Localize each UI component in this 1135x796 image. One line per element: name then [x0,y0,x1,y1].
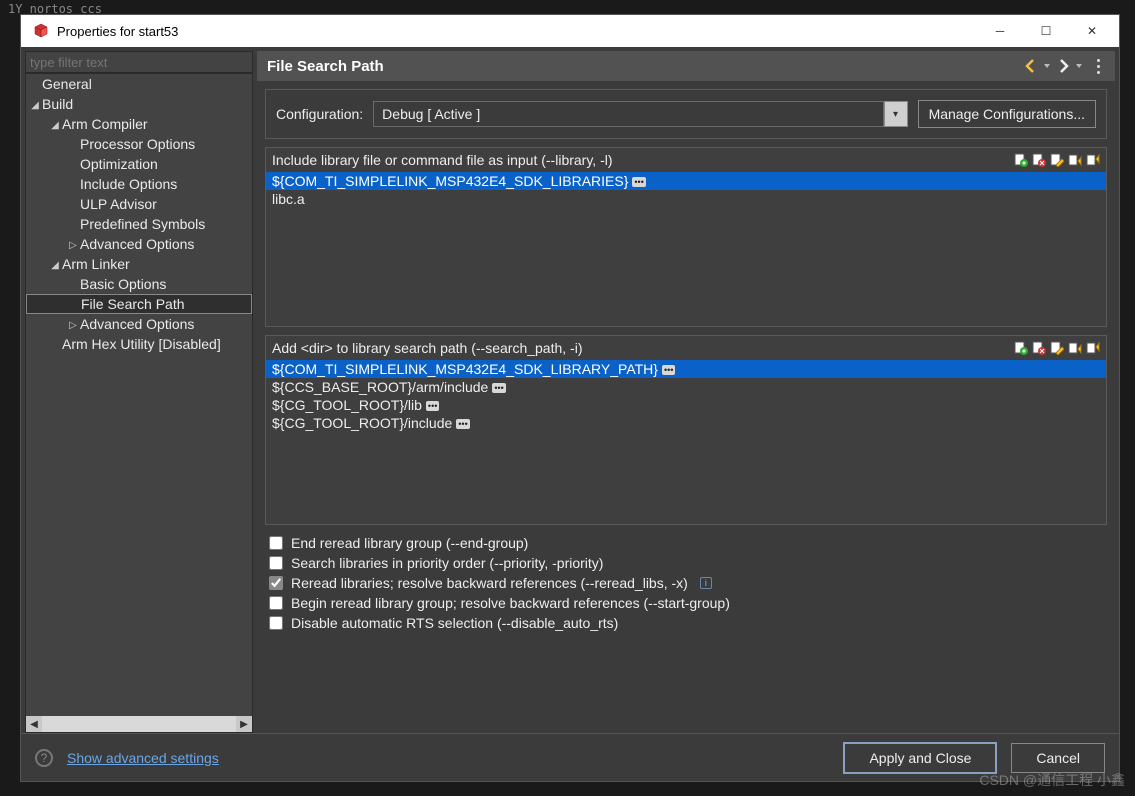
tree-advanced-options-compiler[interactable]: ▷Advanced Options [26,234,252,254]
configuration-select[interactable]: Debug [ Active ] ▾ [373,101,907,127]
tree-basic-options[interactable]: Basic Options [26,274,252,294]
manage-configurations-button[interactable]: Manage Configurations... [918,100,1096,128]
list-item[interactable]: ${COM_TI_SIMPLELINK_MSP432E4_SDK_LIBRARI… [266,172,1106,190]
apply-close-button[interactable]: Apply and Close [843,742,997,774]
variable-tag-icon: ••• [426,401,439,411]
checkbox-label: Reread libraries; resolve backward refer… [291,575,688,591]
tree-file-search-path[interactable]: File Search Path [26,294,252,314]
panel-menu-icon[interactable] [1091,56,1105,76]
tree-collapse-icon[interactable]: ◢ [30,100,40,111]
tree-hscrollbar[interactable]: ◀ ▶ [26,716,252,732]
scroll-left-icon[interactable]: ◀ [26,716,42,732]
info-icon[interactable]: i [700,577,712,589]
priority-checkbox[interactable] [269,556,283,570]
show-advanced-link[interactable]: Show advanced settings [67,750,219,766]
disable-auto-rts-checkbox[interactable] [269,616,283,630]
nav-tree[interactable]: General ◢Build ◢Arm Compiler Processor O… [25,73,253,733]
options-checkboxes: End reread library group (--end-group) S… [269,533,1103,633]
tree-expand-icon[interactable]: ▷ [68,320,78,331]
titlebar[interactable]: Properties for start53 ─ ☐ ✕ [21,15,1119,47]
nav-back-icon[interactable] [1023,58,1039,74]
tree-optimization[interactable]: Optimization [26,154,252,174]
dialog-footer: ? Show advanced settings Apply and Close… [21,733,1119,781]
delete-icon[interactable] [1032,153,1046,167]
tree-arm-hex-utility[interactable]: Arm Hex Utility [Disabled] [26,334,252,354]
search-path-list: Add <dir> to library search path (--sear… [265,335,1107,525]
add-icon[interactable] [1014,153,1028,167]
maximize-button[interactable]: ☐ [1023,16,1069,46]
help-icon[interactable]: ? [35,749,53,767]
move-down-icon[interactable] [1086,341,1100,355]
properties-dialog: Properties for start53 ─ ☐ ✕ General ◢Bu… [20,14,1120,782]
checkbox-label: Disable automatic RTS selection (--disab… [291,615,618,631]
tree-ulp-advisor[interactable]: ULP Advisor [26,194,252,214]
nav-forward-menu-icon[interactable] [1075,58,1083,74]
checkbox-label: Begin reread library group; resolve back… [291,595,730,611]
list-item[interactable]: ${COM_TI_SIMPLELINK_MSP432E4_SDK_LIBRARY… [266,360,1106,378]
delete-icon[interactable] [1032,341,1046,355]
main-panel: File Search Path Configuration: Debug [ … [257,51,1115,733]
list-title: Include library file or command file as … [272,152,613,168]
chevron-down-icon[interactable]: ▾ [884,101,908,127]
tree-include-options[interactable]: Include Options [26,174,252,194]
move-down-icon[interactable] [1086,153,1100,167]
list-title: Add <dir> to library search path (--sear… [272,340,582,356]
end-group-checkbox[interactable] [269,536,283,550]
tree-arm-linker[interactable]: ◢Arm Linker [26,254,252,274]
tree-predefined-symbols[interactable]: Predefined Symbols [26,214,252,234]
checkbox-label: End reread library group (--end-group) [291,535,528,551]
variable-tag-icon: ••• [632,177,645,187]
nav-forward-icon[interactable] [1055,58,1071,74]
tree-collapse-icon[interactable]: ◢ [50,260,60,271]
start-group-checkbox[interactable] [269,596,283,610]
cancel-button[interactable]: Cancel [1011,743,1105,773]
move-up-icon[interactable] [1068,153,1082,167]
sidebar: General ◢Build ◢Arm Compiler Processor O… [25,51,253,733]
minimize-button[interactable]: ─ [977,16,1023,46]
edit-icon[interactable] [1050,153,1064,167]
scroll-right-icon[interactable]: ▶ [236,716,252,732]
library-files-list: Include library file or command file as … [265,147,1107,327]
filter-input[interactable] [25,51,253,73]
add-icon[interactable] [1014,341,1028,355]
close-button[interactable]: ✕ [1069,16,1115,46]
tree-build[interactable]: ◢Build [26,94,252,114]
tree-processor-options[interactable]: Processor Options [26,134,252,154]
page-title: File Search Path [267,58,384,75]
variable-tag-icon: ••• [662,365,675,375]
move-up-icon[interactable] [1068,341,1082,355]
configuration-label: Configuration: [276,106,363,122]
configuration-value: Debug [ Active ] [373,101,883,127]
configuration-section: Configuration: Debug [ Active ] ▾ Manage… [265,89,1107,139]
variable-tag-icon: ••• [492,383,505,393]
checkbox-label: Search libraries in priority order (--pr… [291,555,603,571]
reread-libs-checkbox[interactable] [269,576,283,590]
nav-back-menu-icon[interactable] [1043,58,1051,74]
tree-general[interactable]: General [26,74,252,94]
list-item[interactable]: ${CCS_BASE_ROOT}/arm/include••• [266,378,1106,396]
edit-icon[interactable] [1050,341,1064,355]
variable-tag-icon: ••• [456,419,469,429]
tree-expand-icon[interactable]: ▷ [68,240,78,251]
window-title: Properties for start53 [57,24,178,39]
list-item[interactable]: ${CG_TOOL_ROOT}/lib••• [266,396,1106,414]
tree-collapse-icon[interactable]: ◢ [50,120,60,131]
panel-header: File Search Path [257,51,1115,81]
tree-arm-compiler[interactable]: ◢Arm Compiler [26,114,252,134]
list-item[interactable]: libc.a [266,190,1106,208]
list-item[interactable]: ${CG_TOOL_ROOT}/include••• [266,414,1106,432]
app-icon [33,23,49,39]
tree-advanced-options-linker[interactable]: ▷Advanced Options [26,314,252,334]
